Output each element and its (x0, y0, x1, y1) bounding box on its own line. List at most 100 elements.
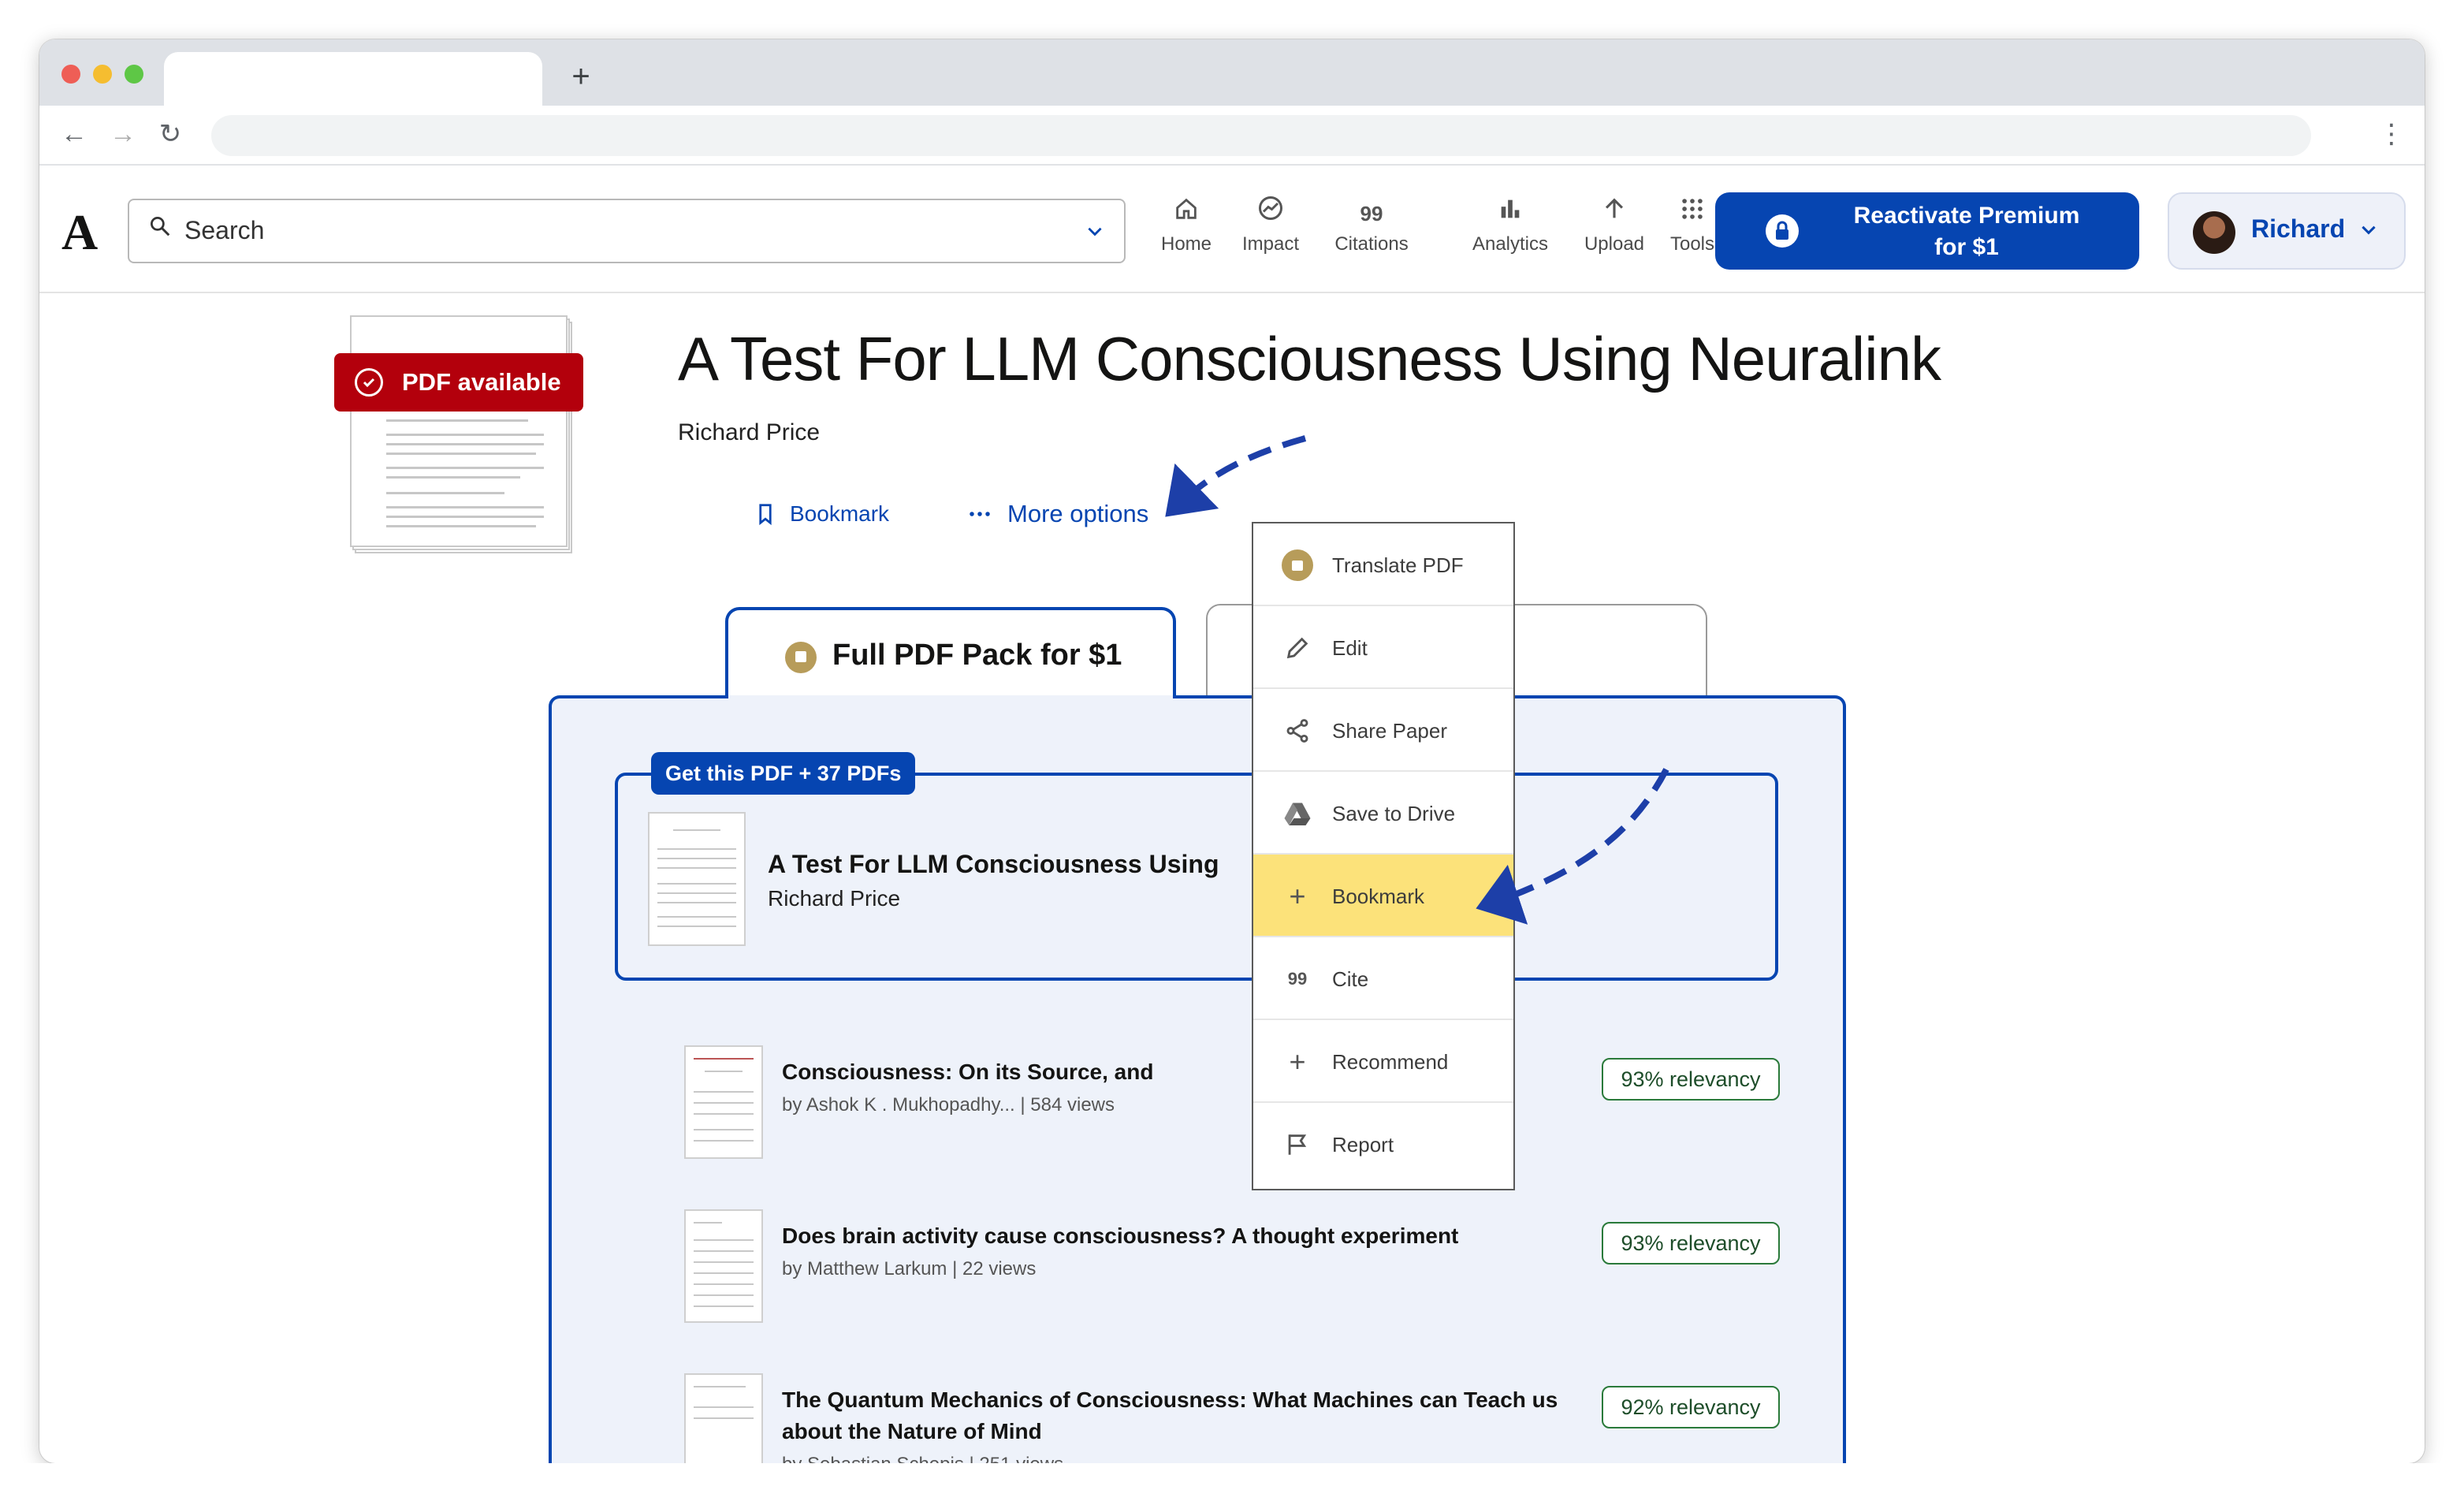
forward-arrow-icon[interactable]: → (102, 114, 143, 155)
list-item[interactable]: Consciousness: On its Source, and Operat… (684, 1045, 1788, 1175)
menu-item-report[interactable]: Report (1253, 1103, 1513, 1186)
more-options-label: More options (1007, 500, 1149, 527)
browser-toolbar: ← → ↻ ⋮ (39, 106, 2425, 166)
thumbnail-text-line (386, 434, 544, 436)
more-options-menu: Translate PDF Edit Share Paper Save to D… (1252, 522, 1515, 1190)
maximize-window-button[interactable] (125, 65, 143, 84)
thumbnail-text-line (694, 1406, 754, 1408)
thumbnail-text-line (386, 476, 520, 479)
menu-item-save-to-drive[interactable]: Save to Drive (1253, 772, 1513, 855)
share-icon (1282, 715, 1313, 747)
plus-icon: + (1289, 880, 1306, 912)
thumbnail-text-line (657, 916, 736, 918)
paper-title: A Test For LLM Consciousness Using Neura… (678, 324, 1941, 393)
nav-impact[interactable]: Impact (1231, 194, 1310, 270)
reactivate-premium-button[interactable]: Reactivate Premium for $1 (1715, 192, 2139, 270)
nav-impact-label: Impact (1241, 233, 1300, 255)
thumbnail-text-line (694, 1140, 754, 1142)
paper-thumbnail[interactable] (350, 315, 572, 553)
back-arrow-icon[interactable]: ← (54, 114, 95, 155)
browser-tab[interactable] (164, 52, 542, 106)
featured-paper-card[interactable]: A Test For LLM Consciousness Using Richa… (615, 773, 1778, 981)
thumbnail-text-line (657, 848, 736, 850)
nav-analytics-label: Analytics (1472, 233, 1549, 255)
featured-paper-title: A Test For LLM Consciousness Using (768, 850, 1219, 878)
thumbnail-text-line (386, 506, 544, 508)
menu-item-edit[interactable]: Edit (1253, 606, 1513, 689)
browser-titlebar: + (39, 39, 2425, 106)
menu-item-label: Translate PDF (1332, 553, 1464, 577)
bookmark-icon (759, 504, 772, 526)
tab-full-pdf-pack[interactable]: Full PDF Pack for $1 (725, 607, 1176, 703)
address-bar[interactable] (211, 115, 2311, 156)
thumbnail-text-line (657, 867, 736, 869)
featured-tag: Get this PDF + 37 PDFs (651, 752, 916, 795)
menu-item-label: Save to Drive (1332, 802, 1456, 825)
thumbnail-text-line (694, 1091, 754, 1093)
lock-coin-icon (785, 642, 817, 673)
tab-connector (728, 695, 1173, 703)
user-name: Richard (2251, 214, 2346, 243)
search-input[interactable]: Search (128, 199, 1126, 263)
reload-icon[interactable]: ↻ (150, 114, 191, 155)
menu-item-cite[interactable]: 99 Cite (1253, 937, 1513, 1020)
list-item[interactable]: The Quantum Mechanics of Consciousness: … (684, 1373, 1788, 1487)
thumbnail-text-line (386, 453, 536, 455)
lock-coin (1282, 549, 1313, 581)
nav-citations[interactable]: 99 Citations (1316, 194, 1427, 270)
search-icon (151, 217, 170, 237)
analytics-icon (1458, 194, 1562, 233)
item-title: Does brain activity cause consciousness?… (782, 1224, 1459, 1248)
thumbnail-text-line (694, 1239, 754, 1241)
menu-item-label: Report (1332, 1133, 1394, 1156)
thumbnail-text-line (694, 1113, 754, 1115)
thumbnail-text-line (657, 902, 736, 903)
paper-thumbnail-small (684, 1209, 763, 1323)
user-menu-button[interactable]: Richard (2168, 192, 2406, 270)
nav-analytics[interactable]: Analytics (1458, 194, 1562, 270)
plus-icon: + (1289, 1045, 1306, 1078)
lock-icon (1766, 214, 1799, 248)
avatar (2193, 211, 2235, 254)
bookmark-button[interactable]: Bookmark (754, 497, 911, 531)
thumbnail-text-line (694, 1222, 722, 1224)
menu-item-label: Edit (1332, 636, 1368, 660)
thumbnail-text-line (657, 926, 736, 927)
menu-item-recommend[interactable]: + Recommend (1253, 1020, 1513, 1103)
search-placeholder: Search (184, 216, 265, 244)
paper-author[interactable]: Richard Price (678, 419, 820, 446)
item-meta: by Matthew Larkum | 22 views (782, 1258, 1037, 1279)
menu-item-share-paper[interactable]: Share Paper (1253, 689, 1513, 772)
close-window-button[interactable] (61, 65, 80, 84)
browser-menu-icon[interactable]: ⋮ (2376, 114, 2407, 155)
nav-upload-label: Upload (1584, 233, 1645, 255)
new-tab-button[interactable]: + (561, 57, 601, 96)
thumbnail-text-line (694, 1250, 754, 1252)
relevancy-badge: 93% relevancy (1602, 1058, 1780, 1101)
thumbnail-text-line (694, 1305, 754, 1307)
thumbnail-text-line (386, 443, 544, 445)
item-title: The Quantum Mechanics of Consciousness: … (782, 1387, 1558, 1443)
featured-paper-thumbnail (648, 812, 746, 946)
academia-logo[interactable]: A (61, 203, 98, 262)
relevancy-badge: 93% relevancy (1602, 1222, 1780, 1264)
premium-label-line1: Reactivate Premium (1853, 203, 2080, 229)
impact-icon (1231, 194, 1310, 233)
list-item[interactable]: Does brain activity cause consciousness?… (684, 1209, 1788, 1339)
item-title: Consciousness: On its Source, and Operat… (782, 1060, 1152, 1084)
quote-icon: 99 (1287, 969, 1308, 989)
nav-home[interactable]: Home (1151, 194, 1222, 270)
menu-item-label: Recommend (1332, 1050, 1449, 1074)
chevron-down-icon[interactable] (1085, 221, 1105, 241)
more-options-button[interactable]: More options (968, 497, 1189, 531)
nav-citations-label: Citations (1334, 233, 1409, 255)
item-meta: by Ashok K . Mukhopadhy... | 584 views (782, 1094, 1115, 1116)
tab-full-pdf-pack-label: Full PDF Pack for $1 (832, 639, 1122, 672)
minimize-window-button[interactable] (93, 65, 112, 84)
nav-upload[interactable]: Upload (1575, 194, 1654, 270)
check-circle-icon (355, 368, 383, 397)
menu-item-bookmark[interactable]: + Bookmark (1253, 855, 1513, 937)
thumbnail-sheet-front (350, 315, 568, 547)
thumbnail-text-line (694, 1058, 754, 1060)
menu-item-translate-pdf[interactable]: Translate PDF (1253, 523, 1513, 606)
